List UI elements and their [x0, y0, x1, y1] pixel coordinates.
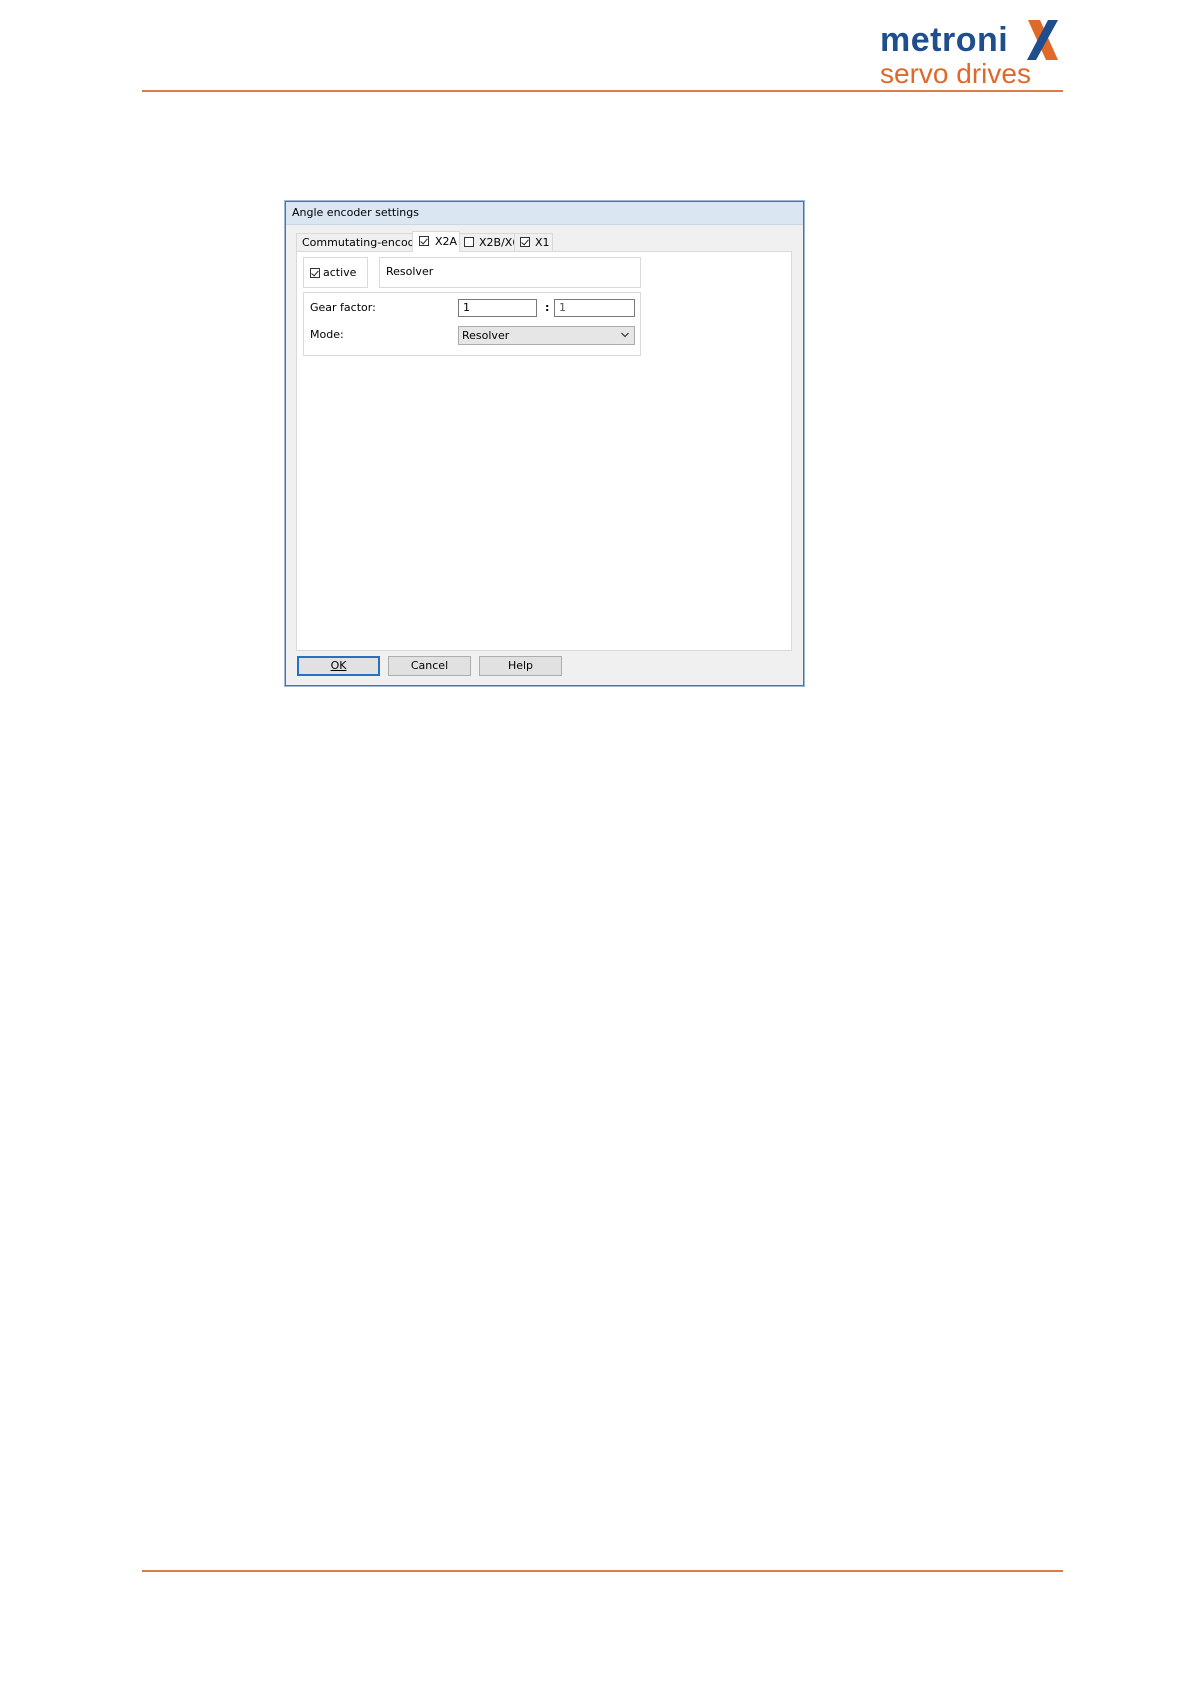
logo-x-icon: [1027, 20, 1058, 60]
dialog-title: Angle encoder settings: [292, 206, 419, 219]
help-button-label: Help: [507, 659, 534, 672]
ok-button-label: OK: [330, 659, 347, 672]
tab-label: Commutating-encoder: [302, 236, 426, 249]
gear-denominator-input[interactable]: 1: [554, 299, 635, 317]
cancel-button-label: Cancel: [410, 659, 449, 672]
mode-select[interactable]: Resolver: [458, 326, 635, 345]
active-label: active: [323, 266, 357, 279]
active-group: active: [303, 257, 368, 288]
tab-x2a-checkbox[interactable]: [419, 236, 429, 246]
tab-label: X2A: [435, 235, 458, 248]
tab-panel-x2a: active Resolver Gear factor: 1 : 1 Mode:…: [296, 251, 792, 651]
logo-wordmark: metroni: [880, 21, 1009, 59]
mode-select-value: Resolver: [462, 329, 510, 342]
gear-factor-label: Gear factor:: [310, 301, 376, 314]
angle-encoder-settings-dialog: Angle encoder settings Commutating-encod…: [285, 201, 804, 686]
metronix-logo: metroni servo drives: [880, 18, 1060, 89]
header-rule: [142, 90, 1063, 92]
tab-x1[interactable]: X1: [514, 233, 553, 251]
tab-x1-checkbox[interactable]: [520, 237, 530, 247]
active-checkbox[interactable]: [310, 268, 320, 278]
footer-rule: [142, 1570, 1063, 1572]
chevron-down-icon: [621, 332, 629, 338]
encoder-type-text: Resolver: [386, 265, 434, 278]
dialog-titlebar: Angle encoder settings: [286, 202, 803, 225]
cancel-button[interactable]: Cancel: [388, 656, 471, 676]
mode-label: Mode:: [310, 328, 344, 341]
tab-label: X1: [535, 236, 550, 249]
tab-x2b-x6[interactable]: X2B/X6: [458, 233, 519, 251]
encoder-type-box: Resolver: [379, 257, 641, 288]
gear-separator: :: [545, 301, 550, 314]
tab-commutating-encoder[interactable]: Commutating-encoder: [296, 233, 426, 251]
help-button[interactable]: Help: [479, 656, 562, 676]
logo-tagline: servo drives: [880, 58, 1031, 89]
ok-button[interactable]: OK: [297, 656, 380, 676]
settings-group: Gear factor: 1 : 1 Mode: Resolver: [303, 292, 641, 356]
gear-numerator-input[interactable]: 1: [458, 299, 537, 317]
tab-x2b-x6-checkbox[interactable]: [464, 237, 474, 247]
tab-x2a[interactable]: X2A: [412, 231, 460, 252]
